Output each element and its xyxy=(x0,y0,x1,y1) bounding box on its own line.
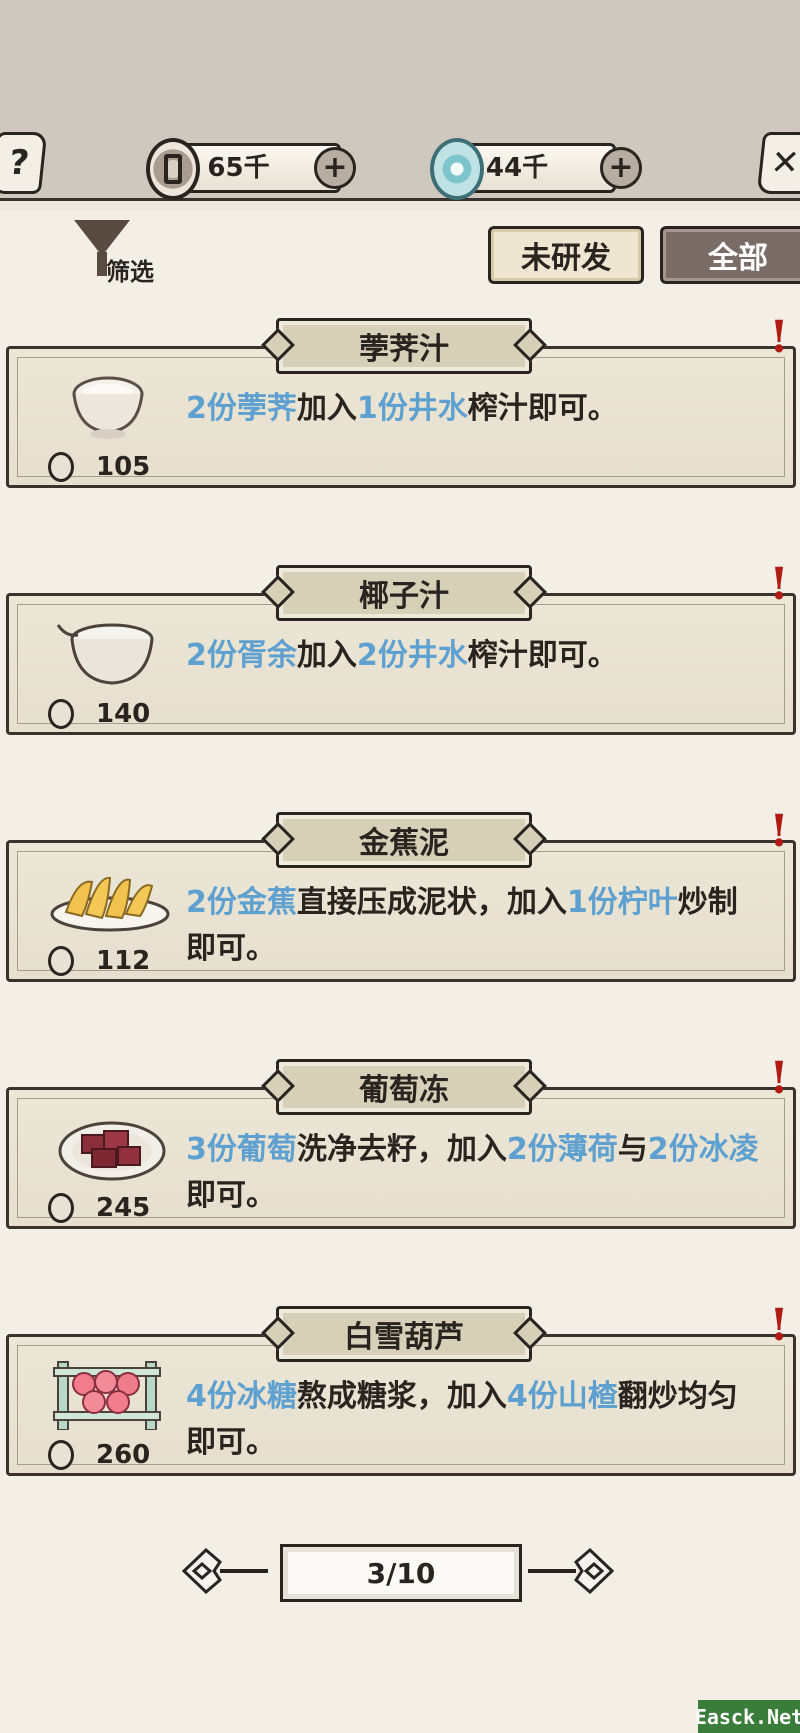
recipe-description: 4份冰糖熬成糖浆，加入4份山楂翻炒均匀即可。 xyxy=(186,1374,766,1466)
recipe-name: 金蕉泥 xyxy=(276,812,532,868)
banana-plate-icon xyxy=(48,864,170,936)
recipe-card[interactable]: 金蕉泥 ! 112 2份金蕉直接压成泥状，加入1份柠叶炒制即可。 xyxy=(6,808,796,982)
ingredient-highlight: 1份井水 xyxy=(356,391,468,426)
coin-icon xyxy=(48,946,74,976)
alert-icon: ! xyxy=(769,806,789,857)
recipe-description: 2份荸荠加入1份井水榨汁即可。 xyxy=(186,386,766,432)
price-value: 245 xyxy=(96,1193,151,1223)
recipe-description: 3份葡萄洗净去籽，加入2份薄荷与2份冰凌即可。 xyxy=(186,1127,766,1219)
ingredient-highlight: 3份葡萄 xyxy=(186,1132,297,1167)
coin-icon xyxy=(48,699,74,729)
description-text: 直接压成泥状，加入 xyxy=(296,885,567,920)
filter-button[interactable]: 筛选 xyxy=(72,220,182,286)
coin-icon xyxy=(48,1440,74,1470)
price-value: 112 xyxy=(96,946,151,976)
pager: 3/10 xyxy=(180,1540,620,1604)
jade-icon xyxy=(430,138,484,200)
tab-all[interactable]: 全部 xyxy=(660,226,800,284)
recipe-description: 2份胥余加入2份井水榨汁即可。 xyxy=(186,633,766,679)
recipe-card[interactable]: 白雪葫芦 ! 260 4份冰糖熬成糖浆，加入4份山楂翻炒均匀即可。 xyxy=(6,1302,796,1476)
ingredient-highlight: 2份冰凌 xyxy=(647,1132,759,1167)
coin-icon xyxy=(48,1193,74,1223)
alert-icon: ! xyxy=(769,1053,789,1104)
ingredient-highlight: 2份胥余 xyxy=(186,638,297,673)
grape-jelly-plate-icon xyxy=(48,1111,170,1183)
milk-bowl-icon xyxy=(48,370,170,442)
description-text: 洗净去籽，加入 xyxy=(296,1132,507,1167)
recipe-price: 245 xyxy=(48,1193,150,1223)
price-value: 140 xyxy=(96,699,151,729)
candied-haws-icon xyxy=(48,1358,170,1431)
alert-icon: ! xyxy=(769,312,789,363)
description-text: 榨汁即可。 xyxy=(467,638,618,673)
recipe-card[interactable]: 椰子汁 ! 140 2份胥余加入2份井水榨汁即可。 xyxy=(6,561,796,735)
ingredient-highlight: 2份荸荠 xyxy=(186,391,297,426)
coin-icon xyxy=(146,138,200,200)
recipe-card[interactable]: 葡萄冻 ! 245 3份葡萄洗净去籽，加入2份薄荷与2份冰凌即可。 xyxy=(6,1055,796,1229)
alert-icon: ! xyxy=(769,1300,789,1351)
add-jade-button[interactable]: + xyxy=(600,147,642,189)
funnel-icon xyxy=(74,220,130,256)
recipe-card[interactable]: 荸荠汁 ! 105 2份荸荠加入1份井水榨汁即可。 xyxy=(6,314,796,488)
ingredient-highlight: 2份金蕉 xyxy=(186,885,297,920)
coconut-bowl-icon xyxy=(48,617,170,689)
question-icon: ? xyxy=(7,143,31,183)
tab-undeveloped[interactable]: 未研发 xyxy=(488,226,644,284)
coin-icon xyxy=(48,452,74,482)
recipe-name: 荸荠汁 xyxy=(276,318,532,374)
prev-page-arrow-icon[interactable] xyxy=(180,1542,270,1600)
top-bar-edge xyxy=(0,198,800,211)
add-coin-button[interactable]: + xyxy=(314,147,356,189)
recipe-price: 112 xyxy=(48,946,150,976)
top-bar xyxy=(0,0,800,205)
description-text: 加入 xyxy=(296,391,357,426)
help-button[interactable]: ? xyxy=(0,132,48,194)
close-button[interactable]: ✕ xyxy=(756,132,800,194)
close-icon: ✕ xyxy=(768,143,800,183)
next-page-arrow-icon[interactable] xyxy=(526,1542,616,1600)
filter-label: 筛选 xyxy=(106,258,154,286)
description-text: 与 xyxy=(617,1132,648,1167)
page-indicator: 3/10 xyxy=(280,1544,522,1602)
price-value: 260 xyxy=(96,1440,151,1470)
recipe-name: 白雪葫芦 xyxy=(276,1306,532,1362)
recipe-price: 140 xyxy=(48,699,150,729)
ingredient-highlight: 4份冰糖 xyxy=(186,1379,297,1414)
recipe-name: 椰子汁 xyxy=(276,565,532,621)
description-text: 即可。 xyxy=(186,1178,276,1213)
description-text: 熬成糖浆，加入 xyxy=(296,1379,507,1414)
recipe-description: 2份金蕉直接压成泥状，加入1份柠叶炒制即可。 xyxy=(186,880,766,972)
ingredient-highlight: 4份山楂 xyxy=(506,1379,618,1414)
ingredient-highlight: 1份柠叶 xyxy=(566,885,678,920)
alert-icon: ! xyxy=(769,559,789,610)
recipe-name: 葡萄冻 xyxy=(276,1059,532,1115)
price-value: 105 xyxy=(96,452,151,482)
ingredient-highlight: 2份井水 xyxy=(356,638,468,673)
description-text: 榨汁即可。 xyxy=(467,391,618,426)
ingredient-highlight: 2份薄荷 xyxy=(506,1132,618,1167)
watermark: Easck.Net xyxy=(695,1700,800,1733)
description-text: 加入 xyxy=(296,638,357,673)
recipe-price: 260 xyxy=(48,1440,150,1470)
recipe-price: 105 xyxy=(48,452,150,482)
